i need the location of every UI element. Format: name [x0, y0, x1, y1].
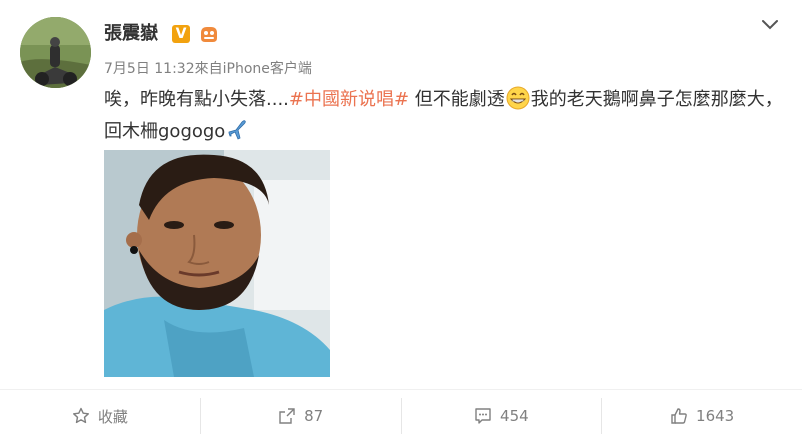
verified-badge-icon: V: [172, 25, 190, 43]
comment-count: 454: [500, 407, 529, 425]
post-text-part2: 但不能劇透: [409, 89, 505, 110]
post-source: 來自iPhone客户端: [194, 61, 312, 77]
grin-emoji-icon: [506, 86, 530, 110]
comment-button[interactable]: 454: [402, 398, 603, 434]
like-button[interactable]: 1643: [602, 398, 802, 434]
chevron-down-icon[interactable]: [760, 14, 780, 34]
repost-count: 87: [304, 407, 324, 425]
action-bar: 收藏 87 454 1643: [0, 398, 802, 434]
favorite-button[interactable]: 收藏: [0, 398, 201, 434]
repost-button[interactable]: 87: [201, 398, 402, 434]
avatar[interactable]: [20, 17, 91, 88]
like-count: 1643: [696, 407, 735, 425]
star-icon: [72, 407, 89, 424]
divider: [0, 389, 802, 390]
post-image[interactable]: [104, 150, 330, 377]
thumbs-up-icon: [671, 408, 687, 424]
airplane-emoji-icon: [226, 118, 250, 142]
topic-link[interactable]: #中國新说唱#: [289, 89, 409, 110]
post-meta: 7月5日 11:32來自iPhone客户端: [104, 59, 312, 79]
member-level-icon: [198, 24, 220, 44]
post-text: 唉，昨晚有點小失落....#中國新说唱# 但不能劇透 我的老天鵝啊鼻子怎麼那麼大…: [104, 84, 784, 148]
comment-icon: [475, 408, 491, 424]
post-timestamp[interactable]: 7月5日 11:32: [104, 61, 195, 77]
share-icon: [279, 408, 295, 424]
favorite-label: 收藏: [97, 407, 128, 426]
author-name[interactable]: 張震嶽: [104, 22, 158, 46]
post-text-part1: 唉，昨晚有點小失落....: [104, 89, 289, 110]
